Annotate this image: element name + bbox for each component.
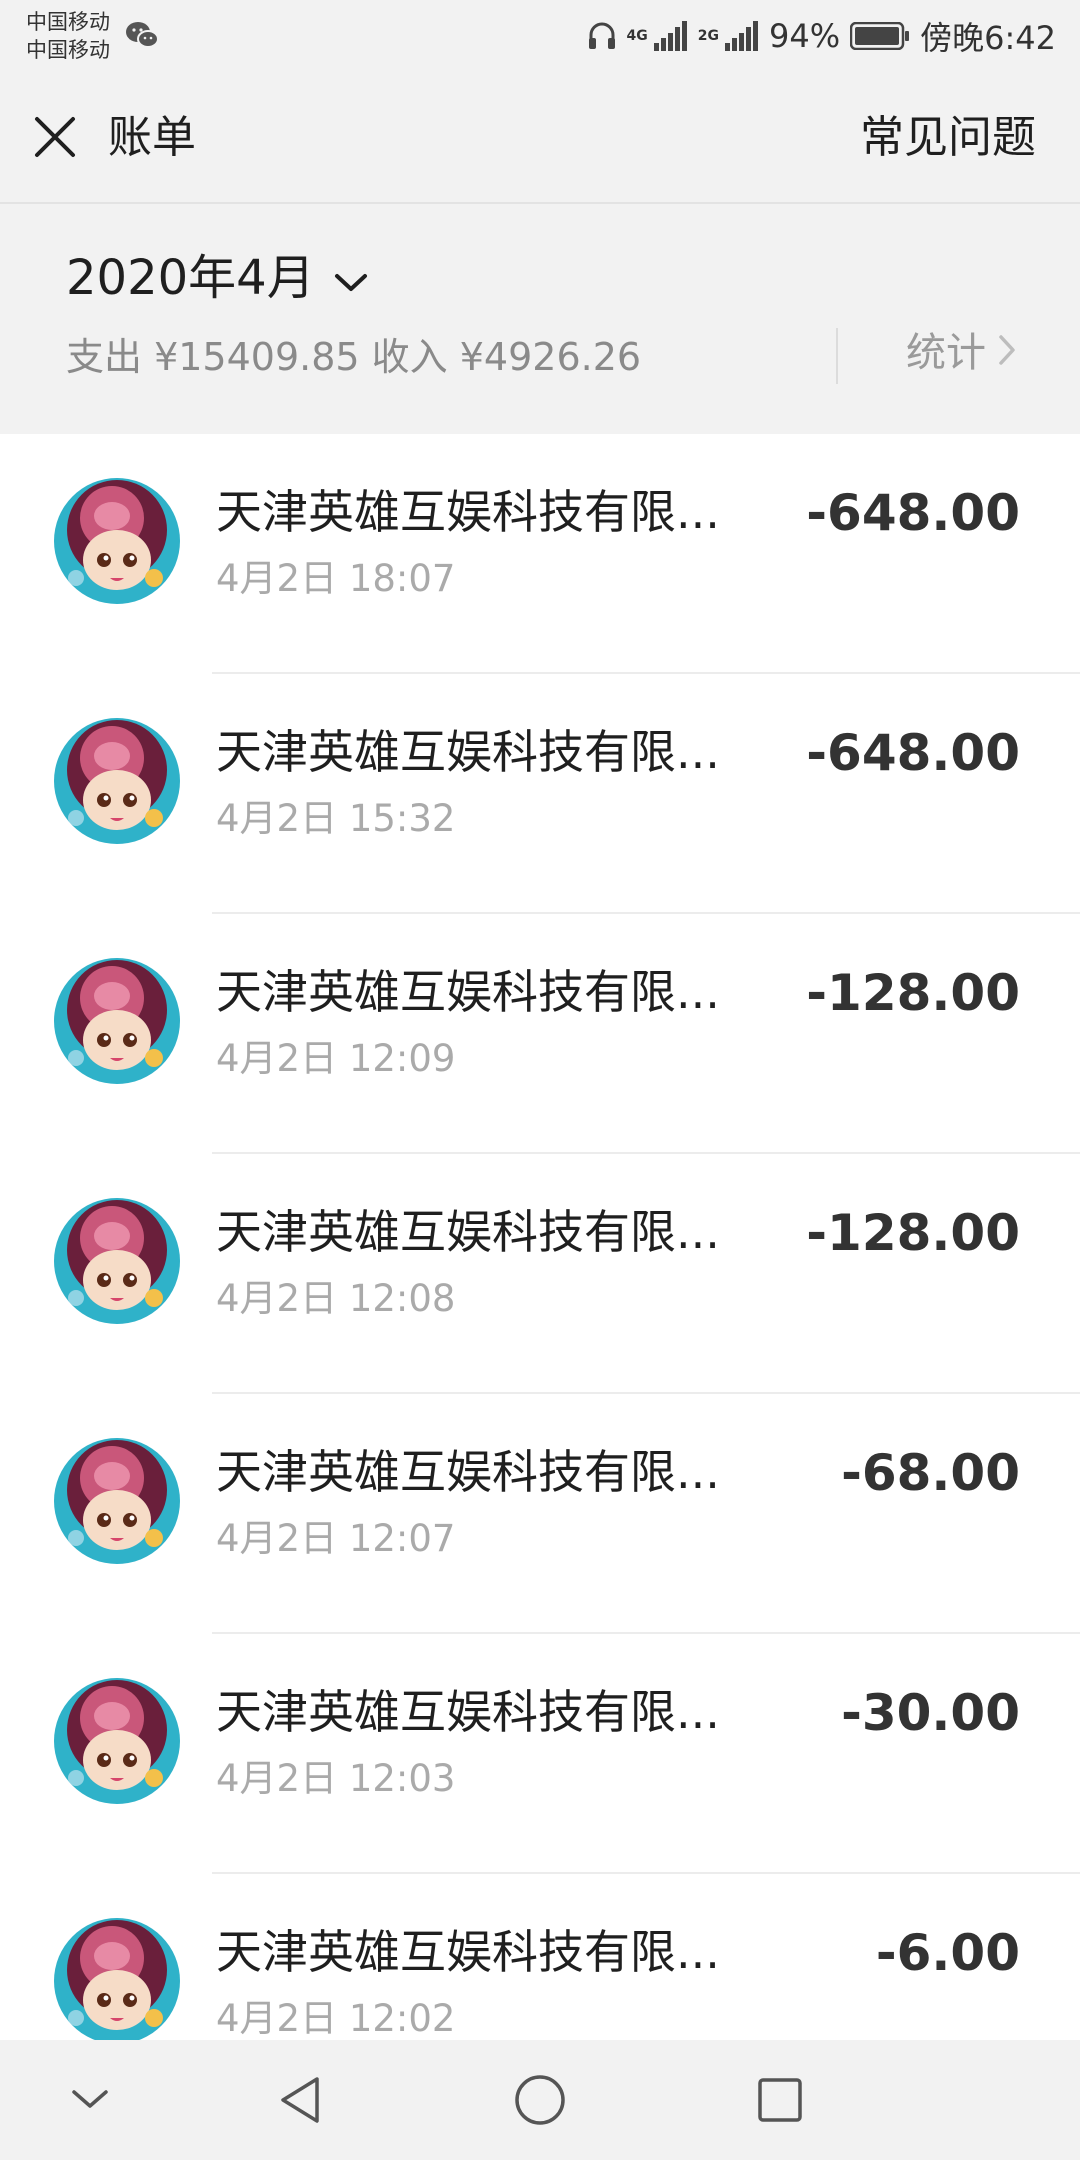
transaction-amount: -648.00 (806, 484, 1020, 542)
merchant-avatar (54, 1918, 180, 2040)
transaction-row[interactable]: 天津英雄互娱科技有限... 4月2日 18:07 -648.00 (0, 434, 1080, 674)
transaction-amount: -6.00 (875, 1924, 1020, 1982)
back-icon[interactable] (270, 2070, 330, 2130)
transaction-amount: -128.00 (806, 964, 1020, 1022)
signal-icon (653, 21, 688, 51)
system-nav-bar (0, 2040, 1080, 2160)
month-selector[interactable]: 2020年4月 (66, 248, 369, 308)
clock: 傍晚6:42 (920, 19, 1056, 57)
headset-icon (587, 20, 617, 52)
carrier-1: 中国移动 (26, 10, 110, 34)
merchant-name: 天津英雄互娱科技有限... (216, 1685, 720, 1739)
merchant-avatar (54, 1438, 180, 1564)
status-icons: 4G 2G 94% 傍晚6:42 (587, 12, 1056, 60)
transaction-row[interactable]: 天津英雄互娱科技有限... 4月2日 12:03 -30.00 (0, 1634, 1080, 1874)
transaction-list: 天津英雄互娱科技有限... 4月2日 18:07 -648.00 天津英雄互娱科… (0, 434, 1080, 2040)
battery-icon (850, 22, 910, 50)
transaction-time: 4月2日 12:02 (216, 1997, 456, 2040)
close-icon[interactable] (32, 114, 78, 160)
transaction-row[interactable]: 天津英雄互娱科技有限... 4月2日 15:32 -648.00 (0, 674, 1080, 914)
battery-percent: 94% (769, 17, 841, 55)
signal-icon-2 (725, 21, 759, 51)
carrier-info: 中国移动 中国移动 (26, 8, 110, 64)
transaction-time: 4月2日 15:32 (216, 797, 456, 840)
merchant-avatar (54, 718, 180, 844)
merchant-avatar (54, 1678, 180, 1804)
stats-label: 统计 (906, 330, 986, 376)
merchant-name: 天津英雄互娱科技有限... (216, 965, 720, 1019)
transaction-row[interactable]: 天津英雄互娱科技有限... 4月2日 12:07 -68.00 (0, 1394, 1080, 1634)
carrier-2: 中国移动 (26, 38, 110, 62)
transaction-time: 4月2日 18:07 (216, 557, 456, 600)
transaction-amount: -128.00 (806, 1204, 1020, 1262)
merchant-name: 天津英雄互娱科技有限... (216, 1205, 720, 1259)
bill-summary: 2020年4月 支出 ¥15409.85 收入 ¥4926.26 统计 (0, 204, 1080, 434)
stats-button[interactable]: 统计 (906, 328, 1016, 378)
merchant-avatar (54, 1198, 180, 1324)
top-nav-bar: 账单 常见问题 (0, 72, 1080, 204)
transaction-time: 4月2日 12:08 (216, 1277, 456, 1320)
divider (836, 328, 838, 384)
transaction-time: 4月2日 12:03 (216, 1757, 456, 1800)
transaction-amount: -648.00 (806, 724, 1020, 782)
transaction-amount: -68.00 (841, 1444, 1020, 1502)
transaction-row[interactable]: 天津英雄互娱科技有限... 4月2日 12:02 -6.00 (0, 1874, 1080, 2040)
merchant-name: 天津英雄互娱科技有限... (216, 725, 720, 779)
transaction-row[interactable]: 天津英雄互娱科技有限... 4月2日 12:09 -128.00 (0, 914, 1080, 1154)
monthly-totals: 支出 ¥15409.85 收入 ¥4926.26 (66, 335, 642, 379)
status-bar: 中国移动 中国移动 4G 2G 94% 傍晚6:42 (0, 0, 1080, 72)
recent-apps-icon[interactable] (750, 2070, 810, 2130)
transaction-amount: -30.00 (841, 1684, 1020, 1742)
transaction-time: 4月2日 12:09 (216, 1037, 456, 1080)
merchant-name: 天津英雄互娱科技有限... (216, 1445, 720, 1499)
transaction-time: 4月2日 12:07 (216, 1517, 456, 1560)
merchant-name: 天津英雄互娱科技有限... (216, 1925, 720, 1979)
month-label: 2020年4月 (66, 250, 315, 306)
page-title: 账单 (108, 112, 196, 163)
chevron-right-icon (998, 328, 1016, 378)
home-icon[interactable] (510, 2070, 570, 2130)
nav-collapse-icon[interactable] (60, 2070, 120, 2130)
faq-button[interactable]: 常见问题 (860, 108, 1036, 168)
chevron-down-icon (333, 248, 369, 308)
merchant-avatar (54, 478, 180, 604)
network-type-1: 4G (626, 28, 648, 44)
merchant-name: 天津英雄互娱科技有限... (216, 485, 720, 539)
wechat-icon (124, 20, 160, 54)
transaction-row[interactable]: 天津英雄互娱科技有限... 4月2日 12:08 -128.00 (0, 1154, 1080, 1394)
network-type-2: 2G (697, 28, 719, 44)
merchant-avatar (54, 958, 180, 1084)
